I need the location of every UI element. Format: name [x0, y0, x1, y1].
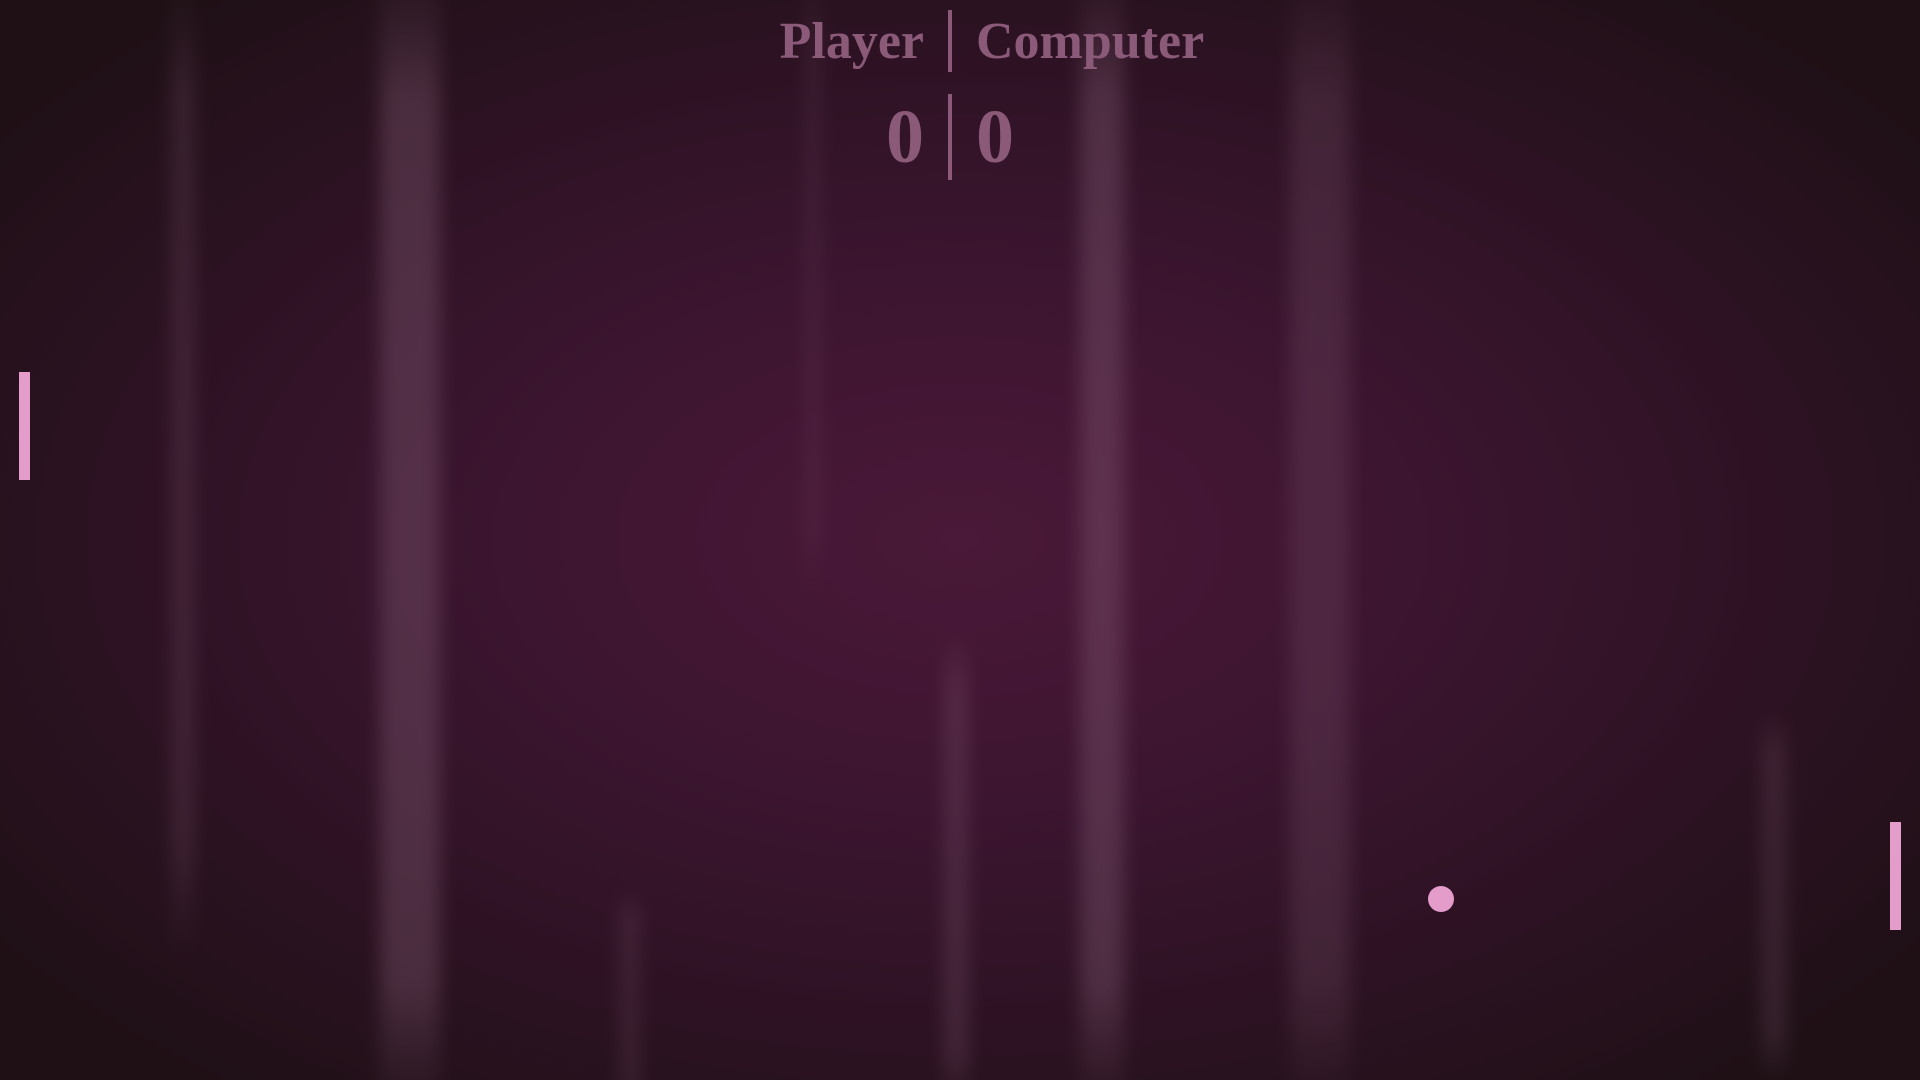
- game-field: Player Computer 0 0: [0, 0, 1920, 1080]
- scoreboard-labels: Player Computer: [0, 10, 1920, 72]
- computer-score: 0: [976, 94, 1014, 179]
- scoreboard-scores: 0 0: [0, 94, 1920, 180]
- player-paddle[interactable]: [19, 372, 30, 480]
- scoreboard: Player Computer 0 0: [0, 0, 1920, 190]
- computer-paddle: [1890, 822, 1901, 930]
- light-streak: [1762, 710, 1786, 1080]
- player-score: 0: [886, 94, 924, 179]
- player-label: Player: [779, 12, 924, 70]
- light-streak: [620, 890, 640, 1080]
- ball: [1428, 886, 1454, 912]
- light-streak: [944, 630, 968, 1080]
- computer-label: Computer: [976, 12, 1205, 70]
